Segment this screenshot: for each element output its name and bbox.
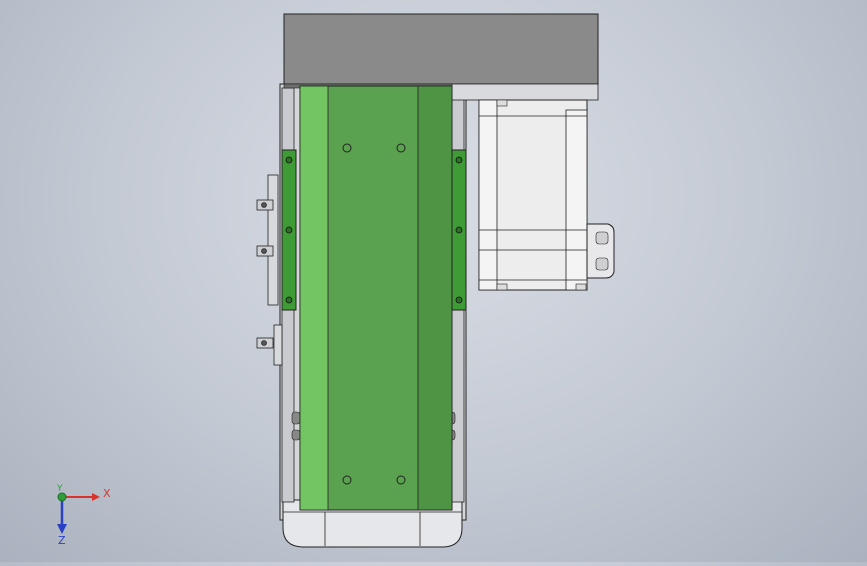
motor-fin-right — [565, 109, 588, 291]
servo-motor[interactable] — [478, 99, 615, 291]
bracket-bolt — [285, 156, 293, 164]
y-axis-dot — [57, 492, 67, 502]
bracket-bolt — [455, 156, 463, 164]
motor-cover-step — [451, 83, 599, 101]
motor-cover-block — [283, 13, 599, 85]
cad-viewport[interactable]: X Y Z — [0, 0, 867, 562]
carriage-edge-dark — [417, 85, 453, 511]
x-axis-label: X — [103, 487, 111, 500]
motor-fin-left — [478, 99, 498, 291]
switch-screw — [261, 248, 267, 254]
z-axis-label: Z — [58, 534, 66, 547]
sensor-rail — [273, 324, 283, 366]
z-axis-arrowhead — [57, 524, 67, 534]
slot — [291, 429, 301, 441]
sensor-rail — [267, 174, 279, 306]
motor-tab — [496, 283, 508, 291]
slot — [291, 411, 301, 425]
bracket-left[interactable] — [281, 149, 297, 311]
bracket-bolt — [455, 296, 463, 304]
bracket-right[interactable] — [451, 149, 467, 311]
carriage[interactable] — [299, 85, 453, 511]
motor-tab — [496, 99, 508, 107]
x-axis-arrowhead — [92, 493, 100, 501]
switch-screw — [261, 202, 267, 208]
connector-latch — [595, 257, 609, 271]
switch-screw — [261, 340, 267, 346]
y-axis-label: Y — [56, 484, 63, 494]
bracket-bolt — [455, 226, 463, 234]
motor-tab — [575, 283, 587, 291]
bracket-bolt — [285, 296, 293, 304]
connector-latch — [595, 231, 609, 245]
carriage-edge-light — [299, 85, 329, 511]
bracket-bolt — [285, 226, 293, 234]
axis-triad: X Y Z — [56, 484, 111, 547]
limit-switches[interactable] — [256, 174, 283, 366]
